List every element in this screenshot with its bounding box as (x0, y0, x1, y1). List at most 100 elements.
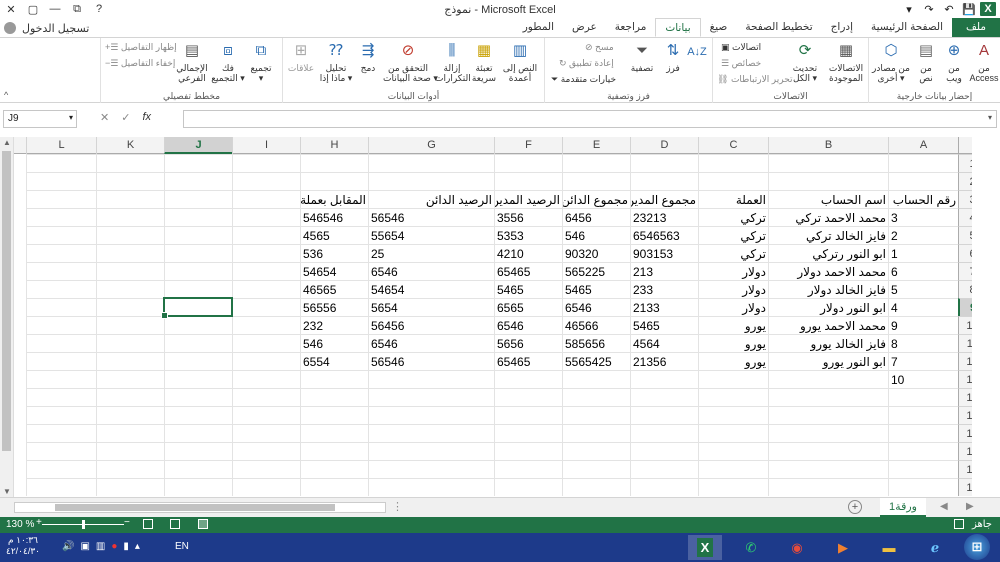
cell-F6[interactable]: 4210 (494, 244, 562, 262)
cell-C18[interactable] (698, 460, 768, 478)
cell-I13[interactable] (232, 370, 300, 388)
cell-F19[interactable] (494, 478, 562, 496)
qat-customize-button[interactable]: ▾ (900, 1, 918, 17)
row-header-18[interactable]: 18 (958, 460, 972, 478)
zoom-slider-knob[interactable] (82, 520, 85, 529)
media-player-icon[interactable]: ▶ (826, 535, 860, 560)
column-header-E[interactable]: E (562, 137, 630, 154)
tab-5[interactable]: بيانات (655, 18, 701, 37)
cell-E12[interactable]: 5565425 (562, 352, 630, 370)
cell-L14[interactable] (26, 388, 96, 406)
cell-C19[interactable] (698, 478, 768, 496)
cell-B11[interactable]: فايز الخالد يورو (768, 334, 888, 352)
cell-B3[interactable]: اسم الحساب (768, 190, 888, 208)
row-header-17[interactable]: 17 (958, 442, 972, 460)
cell-I2[interactable] (232, 172, 300, 190)
cell-B13[interactable] (768, 370, 888, 388)
cell-L9[interactable] (26, 298, 96, 316)
cell-J14[interactable] (164, 388, 232, 406)
cell-E7[interactable]: 565225 (562, 262, 630, 280)
cell-E4[interactable]: 6456 (562, 208, 630, 226)
cell-D19[interactable] (630, 478, 698, 496)
cell-J15[interactable] (164, 406, 232, 424)
formula-input[interactable]: ▾ (183, 110, 997, 128)
cell-E11[interactable]: 585656 (562, 334, 630, 352)
cell-C10[interactable]: يورو (698, 316, 768, 334)
sign-in-link[interactable]: تسجيل الدخول (0, 20, 89, 36)
cell-A12[interactable]: 7 (888, 352, 958, 370)
show-hidden-icons[interactable]: ▴ (135, 541, 140, 552)
zoom-level[interactable]: 130 % (6, 519, 34, 530)
column-header-D[interactable]: D (630, 137, 698, 154)
cell-G7[interactable]: 6546 (368, 262, 494, 280)
cell-F16[interactable] (494, 424, 562, 442)
cell-K13[interactable] (96, 370, 164, 388)
tab-split-handle[interactable]: ⋮ (392, 500, 403, 513)
edit-links-button[interactable]: ⛓ تحرير الارتباطات (717, 74, 793, 85)
cell-C9[interactable]: دولار (698, 298, 768, 316)
chrome-icon[interactable]: ◉ (780, 535, 814, 560)
cell-F9[interactable]: 6565 (494, 298, 562, 316)
cell-D3[interactable]: مجموع المدين (630, 190, 698, 208)
cell-E5[interactable]: 546 (562, 226, 630, 244)
enter-formula-button[interactable]: ✓ (121, 111, 130, 124)
cell-D11[interactable]: 4564 (630, 334, 698, 352)
cell-J6[interactable] (164, 244, 232, 262)
cell-H12[interactable]: 6554 (300, 352, 368, 370)
filter-button[interactable]: ⏷ تصفية (627, 41, 657, 73)
cell-K11[interactable] (96, 334, 164, 352)
cell-I3[interactable] (232, 190, 300, 208)
sheet-prev-icon[interactable]: ◀ (940, 501, 948, 512)
cell-I14[interactable] (232, 388, 300, 406)
sort-button[interactable]: ⇅ فرز (661, 41, 685, 73)
zoom-out-icon[interactable]: − (124, 517, 130, 528)
cell-G13[interactable] (368, 370, 494, 388)
cell-A18[interactable] (888, 460, 958, 478)
cell-C8[interactable]: دولار (698, 280, 768, 298)
cell-L3[interactable] (26, 190, 96, 208)
tab-1[interactable]: الصفحة الرئيسية (862, 18, 952, 37)
clear-filter-button[interactable]: ⊘ مسح (585, 42, 614, 53)
cell-H19[interactable] (300, 478, 368, 496)
cell-F1[interactable] (494, 154, 562, 172)
cell-D16[interactable] (630, 424, 698, 442)
cell-C2[interactable] (698, 172, 768, 190)
cell-F13[interactable] (494, 370, 562, 388)
cell-F7[interactable]: 65465 (494, 262, 562, 280)
flash-fill-button[interactable]: ▦ تعبئة سريعة (469, 41, 499, 83)
cell-I17[interactable] (232, 442, 300, 460)
cell-E19[interactable] (562, 478, 630, 496)
cell-E14[interactable] (562, 388, 630, 406)
column-header-G[interactable]: G (368, 137, 494, 154)
save-button[interactable]: 💾 (960, 1, 978, 17)
advanced-filter-button[interactable]: ⏷ خيارات متقدمة (551, 74, 616, 85)
cell-L1[interactable] (26, 154, 96, 172)
cell-C7[interactable]: دولار (698, 262, 768, 280)
cell-K3[interactable] (96, 190, 164, 208)
scroll-down-icon[interactable]: ▼ (3, 487, 11, 496)
column-header-H[interactable]: H (300, 137, 368, 154)
restore-window-button[interactable]: ▢ (22, 0, 44, 18)
cell-D7[interactable]: 213 (630, 262, 698, 280)
cell-E9[interactable]: 6546 (562, 298, 630, 316)
cell-L12[interactable] (26, 352, 96, 370)
cell-K5[interactable] (96, 226, 164, 244)
sheet-tab[interactable]: ورقة1 (880, 498, 926, 517)
row-header-14[interactable]: 14 (958, 388, 972, 406)
cell-H11[interactable]: 546 (300, 334, 368, 352)
cell-B12[interactable]: ابو النور يورو (768, 352, 888, 370)
row-header-1[interactable]: 1 (958, 154, 972, 172)
cell-E3[interactable]: مجموع الدائن (562, 190, 630, 208)
connections-button[interactable]: ▣ اتصالات (721, 42, 761, 53)
zoom-in-icon[interactable]: + (36, 517, 42, 528)
cell-H13[interactable] (300, 370, 368, 388)
sheet-next-icon[interactable]: ▶ (966, 501, 974, 512)
cell-H3[interactable]: المقابل بعملة الاساس (300, 190, 368, 208)
subtotal-button[interactable]: ▤ الإجمالي الفرعي (173, 41, 211, 83)
ungroup-button[interactable]: ⧈ فك التجميع ▾ (211, 41, 245, 83)
cell-A5[interactable]: 2 (888, 226, 958, 244)
group-button[interactable]: ⧉ تجميع ▾ (245, 41, 277, 83)
cell-I4[interactable] (232, 208, 300, 226)
cell-H9[interactable]: 56556 (300, 298, 368, 316)
cell-E17[interactable] (562, 442, 630, 460)
